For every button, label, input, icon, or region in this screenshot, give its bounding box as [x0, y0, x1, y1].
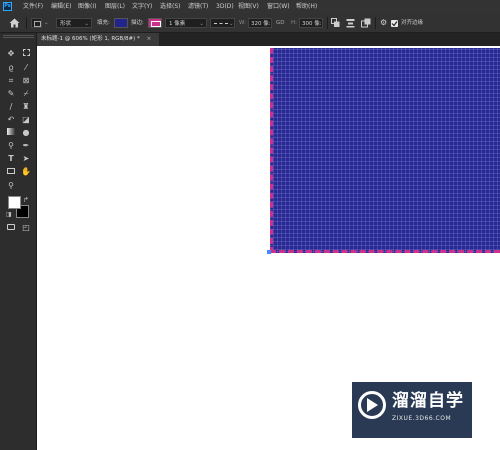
fill-color-swatch[interactable]: [114, 18, 128, 28]
document-tab[interactable]: 未标题-1 @ 606% (矩形 1, RGB/8#) * ×: [37, 33, 160, 46]
watermark-url: ZIXUE.3D66.COM: [392, 415, 452, 422]
anchor-point[interactable]: [267, 250, 271, 254]
rectangle-preset-icon: [34, 21, 41, 27]
marquee-tool-icon[interactable]: [21, 49, 31, 59]
chevron-down-icon: ⌄: [199, 21, 204, 27]
separator: [327, 17, 328, 29]
options-bar: ⌄ 形状 ⌄ 填充: 描边: 1 像素 ⌄ ⌄ W: 320 像: GD H: …: [0, 13, 500, 33]
shape-mode-value: 形状: [60, 21, 72, 27]
menu-edit[interactable]: 编辑(E): [51, 0, 71, 13]
watermark-title: 溜溜自学: [392, 391, 464, 411]
menu-file[interactable]: 文件(F): [23, 0, 43, 13]
separator: [26, 17, 27, 29]
document-tab-title: 未标题-1 @ 606% (矩形 1, RGB/8#) *: [41, 36, 140, 42]
menu-type[interactable]: 文字(Y): [132, 0, 152, 13]
stroke-type-select[interactable]: ⌄: [210, 18, 235, 28]
checkmark-icon: [391, 21, 398, 27]
align-edges-checkbox[interactable]: [391, 20, 398, 27]
width-input[interactable]: 320 像:: [248, 18, 272, 28]
swap-colors-icon[interactable]: ↱: [23, 196, 29, 204]
eyedropper-tool-icon[interactable]: ✎: [6, 89, 16, 99]
lasso-tool-icon[interactable]: ϱ: [6, 63, 16, 73]
height-value: 300 像:: [302, 21, 322, 27]
separator: [375, 17, 376, 29]
height-label: H:: [291, 20, 297, 26]
foreground-color-swatch[interactable]: [8, 196, 21, 209]
stroke-label: 描边:: [131, 20, 144, 26]
rectangle-tool-icon[interactable]: [6, 167, 16, 177]
home-icon[interactable]: [9, 18, 20, 28]
stroke-swatch-inner: [151, 21, 161, 27]
menu-filter[interactable]: 滤镜(T): [188, 0, 208, 13]
play-triangle-icon: [367, 398, 378, 412]
eraser-tool-icon[interactable]: ◪: [21, 115, 31, 125]
fill-label: 填充:: [97, 20, 110, 26]
chevron-down-icon: ⌄: [229, 21, 234, 27]
healing-brush-tool-icon[interactable]: ⌿: [21, 89, 31, 99]
chevron-down-icon[interactable]: ⌄: [44, 18, 49, 28]
close-icon[interactable]: ×: [147, 36, 152, 42]
toolbox-grip[interactable]: [3, 35, 34, 38]
stroke-color-swatch[interactable]: [148, 18, 162, 28]
toolbox: ✥ ϱ ⁄ ⌗ ⊠ ✎ ⌿ ∕ ♜ ↶ ◪ ● ⚲ ✒ T ➤ ✋ ⚲ ↱ ◨ …: [0, 33, 37, 450]
magic-wand-tool-icon[interactable]: ⁄: [21, 63, 31, 73]
gradient-tool-icon[interactable]: [6, 128, 16, 138]
crop-tool-icon[interactable]: ⌗: [6, 76, 16, 86]
width-value: 320 像:: [251, 21, 271, 27]
brush-tool-icon[interactable]: ∕: [6, 102, 16, 112]
rectangle-shape[interactable]: [270, 48, 500, 253]
menu-bar: Ps 文件(F) 编辑(E) 图像(I) 图层(L) 文字(Y) 选择(S) 滤…: [0, 0, 500, 13]
menu-layer[interactable]: 图层(L): [105, 0, 125, 13]
watermark-logo: 溜溜自学 ZIXUE.3D66.COM: [352, 382, 472, 438]
height-input[interactable]: 300 像:: [299, 18, 323, 28]
blur-tool-icon[interactable]: ●: [21, 128, 31, 138]
width-label: W:: [239, 20, 246, 26]
quick-mask-icon[interactable]: [6, 223, 16, 233]
frame-tool-icon[interactable]: ⊠: [21, 76, 31, 86]
clone-stamp-tool-icon[interactable]: ♜: [21, 102, 31, 112]
gear-icon[interactable]: ⚙: [380, 18, 387, 28]
stroke-width-input[interactable]: 1 像素 ⌄: [165, 18, 207, 28]
link-dimensions-icon[interactable]: GD: [276, 18, 285, 28]
hand-tool-icon[interactable]: ✋: [21, 167, 31, 177]
path-alignment-icon[interactable]: [346, 18, 355, 28]
menu-image[interactable]: 图像(I): [78, 0, 96, 13]
photoshop-logo-icon: Ps: [3, 2, 12, 11]
path-selection-tool-icon[interactable]: ➤: [21, 154, 31, 164]
move-tool-icon[interactable]: ✥: [6, 49, 16, 59]
menu-view[interactable]: 视图(V): [238, 0, 259, 13]
tool-preset-picker[interactable]: [31, 18, 42, 28]
menu-3d[interactable]: 3D(D): [216, 0, 234, 13]
chevron-down-icon: ⌄: [84, 21, 89, 27]
dodge-tool-icon[interactable]: ⚲: [6, 141, 16, 151]
type-tool-icon[interactable]: T: [6, 154, 16, 164]
path-operations-icon[interactable]: [331, 18, 340, 28]
default-colors-icon[interactable]: ◨: [6, 211, 12, 218]
menu-window[interactable]: 窗口(W): [267, 0, 290, 13]
screen-mode-icon[interactable]: ◰: [21, 223, 31, 233]
align-edges-label: 对齐边缘: [401, 20, 424, 26]
stroke-width-value: 1 像素: [169, 21, 186, 27]
document-tab-bar: 未标题-1 @ 606% (矩形 1, RGB/8#) * ×: [37, 33, 500, 46]
pen-tool-icon[interactable]: ✒: [21, 141, 31, 151]
path-arrangement-icon[interactable]: [361, 18, 371, 28]
zoom-tool-icon[interactable]: ⚲: [6, 181, 16, 191]
menu-select[interactable]: 选择(S): [160, 0, 181, 13]
dashed-line-icon: [214, 23, 228, 24]
menu-help[interactable]: 帮助(H): [296, 0, 317, 13]
shape-mode-select[interactable]: 形状 ⌄: [56, 18, 92, 28]
history-brush-tool-icon[interactable]: ↶: [6, 115, 16, 125]
